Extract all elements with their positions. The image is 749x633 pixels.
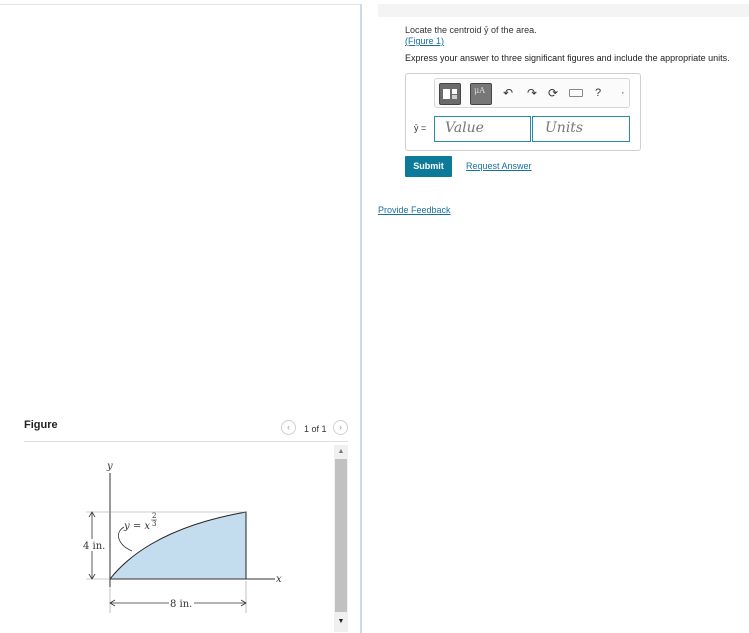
x-axis-label: x bbox=[276, 574, 282, 585]
chevron-right-icon[interactable]: › bbox=[333, 420, 348, 435]
scroll-thumb[interactable] bbox=[335, 459, 347, 612]
submit-button[interactable]: Submit bbox=[405, 156, 452, 177]
part-header-bar bbox=[378, 4, 749, 17]
units-input[interactable]: Units bbox=[532, 116, 630, 142]
math-toolbar: μA ↶ ↷ ⟳ ? · bbox=[434, 78, 630, 108]
top-border bbox=[0, 4, 360, 5]
exponent-denominator: 3 bbox=[152, 520, 156, 528]
provide-feedback-link[interactable]: Provide Feedback bbox=[378, 205, 451, 215]
scroll-up-icon[interactable]: ▲ bbox=[334, 447, 348, 457]
chevron-left-icon[interactable]: ‹ bbox=[281, 420, 296, 435]
figure-link[interactable]: (Figure 1) bbox=[405, 36, 444, 46]
height-label: 4 in. bbox=[83, 541, 105, 552]
y-axis-label: y bbox=[106, 461, 113, 472]
request-answer-link[interactable]: Request Answer bbox=[466, 161, 532, 171]
answer-box: μA ↶ ↷ ⟳ ? · ȳ = Value Units bbox=[405, 73, 641, 151]
question-prompt: Locate the centroid ȳ of the area. bbox=[405, 25, 537, 35]
more-icon[interactable]: · bbox=[621, 86, 625, 100]
redo-icon[interactable]: ↷ bbox=[527, 86, 537, 100]
units-symbol-button[interactable]: μA bbox=[470, 83, 492, 105]
undo-icon[interactable]: ↶ bbox=[503, 86, 513, 100]
answer-instruction: Express your answer to three significant… bbox=[405, 53, 730, 63]
mu-label: μA bbox=[474, 86, 485, 95]
panel-divider bbox=[360, 4, 362, 633]
page-count: 1 of 1 bbox=[304, 424, 327, 434]
help-button[interactable]: ? bbox=[595, 86, 601, 100]
variable-label: ȳ = bbox=[414, 123, 427, 133]
reset-icon[interactable]: ⟳ bbox=[548, 86, 558, 100]
templates-icon[interactable] bbox=[439, 83, 461, 105]
value-input[interactable]: Value bbox=[434, 116, 531, 142]
scroll-down-icon[interactable]: ▼ bbox=[334, 617, 348, 627]
figure-title: Figure bbox=[24, 419, 58, 431]
figure-diagram: y x y = x 2 3 4 in. 8 in. bbox=[80, 461, 282, 613]
keyboard-icon[interactable] bbox=[569, 89, 583, 97]
figure-scrollbar[interactable]: ▲ ▼ bbox=[334, 445, 348, 632]
curve-equation: y = x bbox=[123, 521, 150, 532]
figure-separator bbox=[24, 441, 348, 442]
exponent-numerator: 2 bbox=[152, 512, 156, 520]
width-label: 8 in. bbox=[170, 599, 192, 610]
